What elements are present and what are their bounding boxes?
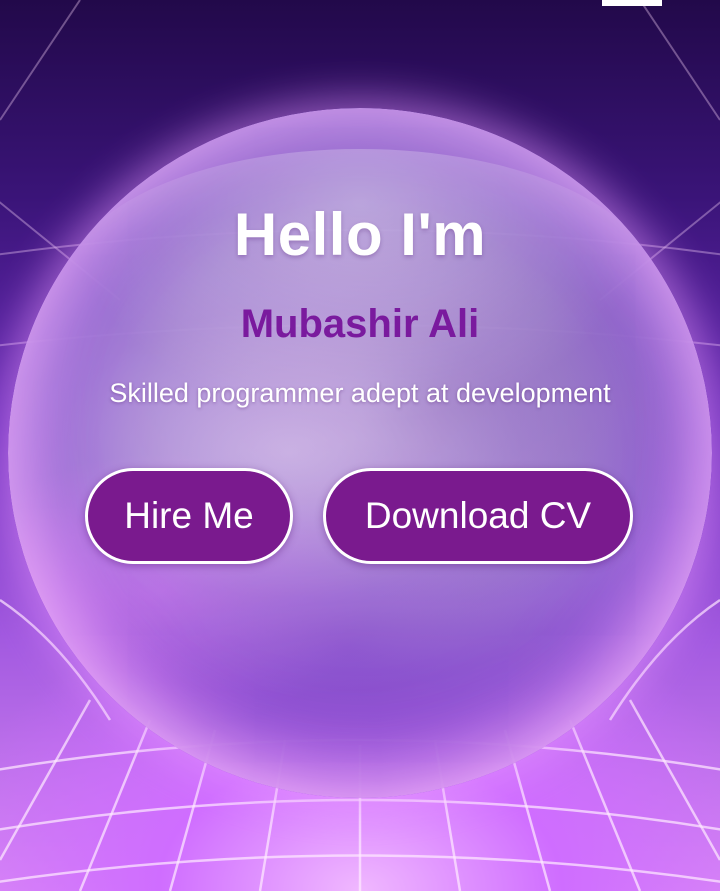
hero-section: Hello I'm Mubashir Ali Skilled programme… <box>0 0 720 891</box>
top-indicator <box>602 0 662 6</box>
greeting-heading: Hello I'm <box>233 201 487 268</box>
download-cv-button[interactable]: Download CV <box>323 468 633 564</box>
hire-me-button[interactable]: Hire Me <box>85 468 293 564</box>
tagline-text: Skilled programmer adept at development <box>109 378 611 408</box>
person-name: Mubashir Ali <box>240 302 480 346</box>
